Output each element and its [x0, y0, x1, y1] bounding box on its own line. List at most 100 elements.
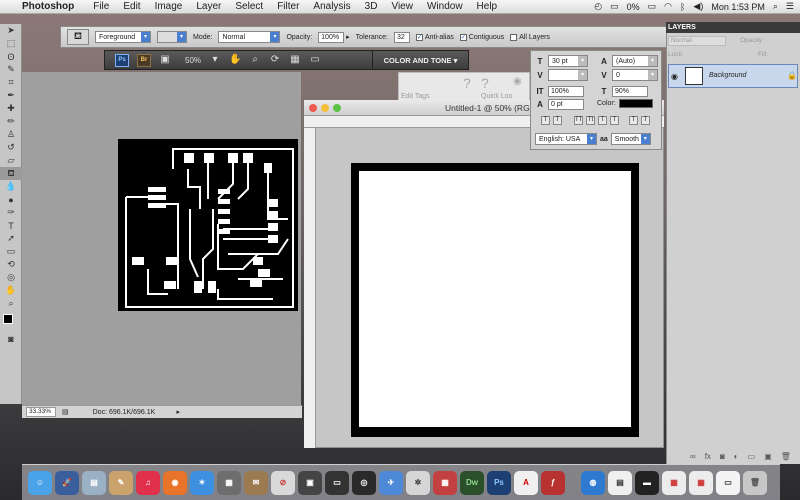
quick-mask-icon[interactable]: ◙ [0, 332, 22, 345]
menu-file[interactable]: File [86, 1, 116, 12]
history-brush-tool-icon[interactable]: ↺ [0, 141, 22, 154]
brush-tool-icon[interactable]: ✏ [0, 115, 22, 128]
menu-image[interactable]: Image [148, 1, 190, 12]
notes-icon[interactable]: ✎ [109, 470, 133, 495]
all-layers-checkbox[interactable]: All Layers [510, 33, 550, 41]
acrobat-icon[interactable]: A [514, 470, 538, 495]
folder-4-icon[interactable]: ▭ [716, 470, 740, 495]
zoom-percent-field[interactable]: 33.33% [26, 407, 56, 417]
type-tool-icon[interactable]: T [0, 219, 22, 232]
finder-icon[interactable]: ☺ [28, 470, 52, 495]
workspace-switcher[interactable]: COLOR AND TONE ▾ [372, 50, 468, 70]
new-layer-icon[interactable]: ▣ [764, 452, 772, 461]
view-extras-icon[interactable]: ▣ [159, 54, 171, 66]
tracking-field[interactable]: 0 ▾ [612, 69, 658, 81]
opacity-field[interactable]: 100% [318, 31, 345, 43]
contiguous-checkbox[interactable]: ✓ Contiguous [459, 33, 504, 41]
battery-icon[interactable]: ▭ [648, 1, 657, 12]
clone-stamp-tool-icon[interactable]: ♙ [0, 128, 22, 141]
path-select-tool-icon[interactable]: ➚ [0, 232, 22, 245]
firefox-icon[interactable]: ◉ [163, 470, 187, 495]
zoom-level[interactable]: 50% [185, 56, 201, 65]
3d-orbit-tool-icon[interactable]: ◎ [0, 271, 22, 284]
clock[interactable]: Mon 1:53 PM [711, 2, 765, 12]
text-color-swatch[interactable] [618, 99, 653, 108]
mode-select[interactable]: Normal ▾ [218, 31, 281, 43]
zoom-window-icon[interactable] [333, 103, 341, 112]
faux-bold-icon[interactable]: T [541, 116, 550, 125]
screen-mode-icon[interactable]: ▭ [309, 54, 321, 66]
layer-mask-icon[interactable]: ◙ [720, 452, 725, 461]
language-select[interactable]: English: USA ▾ [535, 133, 597, 145]
quick-select-tool-icon[interactable]: ✎ [0, 63, 22, 76]
edit-tags-label[interactable]: Edit Tags [401, 93, 430, 100]
faux-italic-icon[interactable]: T [553, 116, 562, 125]
all-caps-icon[interactable]: TT [574, 116, 583, 125]
vertical-scale-field[interactable]: 100% [548, 86, 584, 97]
chevron-down-icon[interactable]: ▾ [209, 54, 221, 66]
bridge-button[interactable]: Br [137, 53, 151, 67]
healing-tool-icon[interactable]: ✚ [0, 102, 22, 115]
help-icon-2[interactable]: ? [481, 75, 489, 91]
spotlight-icon[interactable]: ⌕ [773, 1, 778, 12]
fill-source-select[interactable]: Foreground ▾ [95, 31, 151, 43]
blend-mode-select[interactable]: Normal [668, 36, 726, 46]
volume-icon[interactable]: ◀) [693, 1, 703, 12]
leading-field[interactable]: (Auto) ▾ [612, 55, 658, 67]
bluetooth-icon[interactable]: ᛒ [680, 2, 685, 12]
small-caps-icon[interactable]: Tt [586, 116, 595, 125]
photo-booth-icon[interactable]: ▣ [298, 470, 322, 495]
menu-view[interactable]: View [384, 1, 420, 12]
blur-tool-icon[interactable]: 💧 [0, 180, 22, 193]
arrange-documents-icon[interactable]: ▦ [289, 54, 301, 66]
underline-icon[interactable]: T [629, 116, 638, 125]
menu-filter[interactable]: Filter [270, 1, 306, 12]
paint-bucket-preset-icon[interactable]: ⛾ [67, 29, 89, 45]
zoom-tool-icon[interactable]: ⌕ [249, 54, 261, 66]
proof-icon[interactable]: ▤ [62, 408, 69, 416]
wifi-icon[interactable]: ◠ [664, 1, 672, 12]
subscript-icon[interactable]: T [610, 116, 619, 125]
documents-icon[interactable]: ▤ [608, 470, 632, 495]
baseline-field[interactable]: 0 pt [548, 99, 584, 110]
notification-icon[interactable]: ☰ [786, 1, 794, 12]
adjustment-layer-icon[interactable]: ◐ [734, 452, 739, 461]
mail-icon[interactable]: ✉ [244, 470, 268, 495]
quick-look-label[interactable]: Quick Loo [481, 93, 513, 100]
eraser-tool-icon[interactable]: ▱ [0, 154, 22, 167]
superscript-icon[interactable]: T [598, 116, 607, 125]
layers-tab[interactable]: LAYERS [666, 22, 800, 33]
marquee-tool-icon[interactable]: ⬚ [0, 37, 22, 50]
zoom-tool-icon[interactable]: ⌕ [0, 297, 22, 310]
menu-layer[interactable]: Layer [189, 1, 228, 12]
delete-layer-icon[interactable]: 🗑 [781, 452, 791, 461]
hand-tool-icon[interactable]: ✋ [229, 54, 241, 66]
antialias-checkbox[interactable]: ✓ Anti-alias [415, 33, 454, 41]
kerning-field[interactable]: ▾ [548, 69, 588, 81]
browser-icon[interactable]: ◍ [581, 470, 605, 495]
pen-tool-icon[interactable]: ✑ [0, 206, 22, 219]
battery-percent[interactable]: 0% [627, 2, 640, 12]
close-icon[interactable] [309, 103, 317, 112]
folder-icon[interactable]: ▬ [635, 470, 659, 495]
dashboard-icon[interactable]: ◎ [352, 470, 376, 495]
shape-tool-icon[interactable]: ▭ [0, 245, 22, 258]
strikethrough-icon[interactable]: T [641, 116, 650, 125]
menu-3d[interactable]: 3D [358, 1, 385, 12]
app-menu[interactable]: Photoshop [22, 1, 74, 12]
menu-help[interactable]: Help [470, 1, 505, 12]
trash-icon[interactable]: 🗑 [743, 470, 767, 495]
visibility-eye-icon[interactable]: ◉ [671, 72, 678, 81]
time-machine-icon[interactable]: ◴ [594, 1, 602, 12]
pattern-picker[interactable]: ▾ [157, 31, 187, 43]
paint-bucket-tool-icon[interactable]: ⛾ [0, 167, 22, 180]
display-icon[interactable]: ▭ [610, 1, 619, 12]
safari-icon[interactable]: ✶ [190, 470, 214, 495]
photo-app-icon[interactable]: ▦ [433, 470, 457, 495]
dodge-tool-icon[interactable]: ● [0, 193, 22, 206]
photos-icon[interactable]: ▦ [217, 470, 241, 495]
layer-style-icon[interactable]: fx [705, 452, 711, 461]
tolerance-field[interactable]: 32 [393, 31, 410, 43]
new-group-icon[interactable]: ▭ [748, 452, 756, 461]
flash-icon[interactable]: ƒ [541, 470, 565, 495]
